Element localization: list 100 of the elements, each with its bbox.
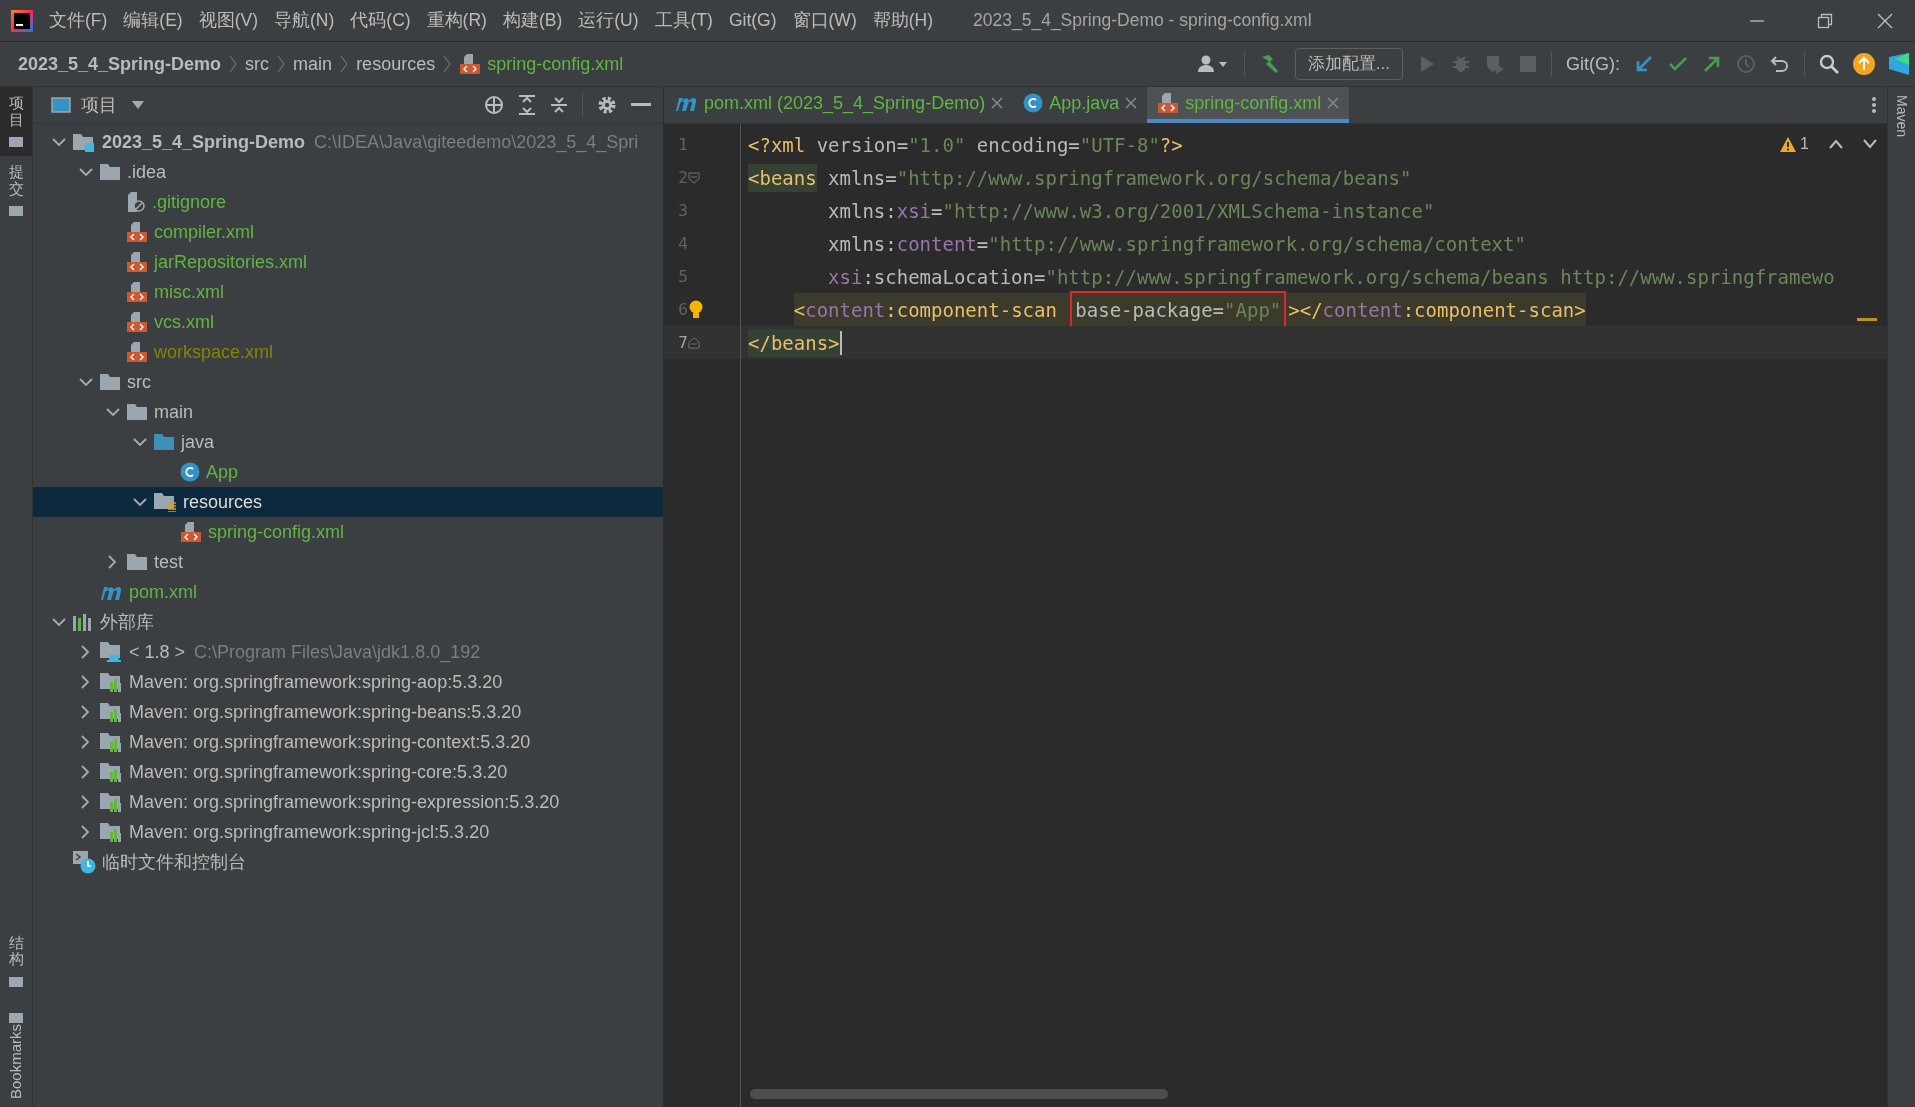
tree-item[interactable]: Maven: org.springframework:spring-expression:5.3.20 bbox=[33, 787, 663, 817]
xml-file-icon bbox=[1157, 92, 1180, 114]
tree-item[interactable]: Maven: org.springframework:spring-context:5.3.20 bbox=[33, 727, 663, 757]
lightbulb-icon[interactable] bbox=[688, 299, 704, 320]
expand-chevron-icon[interactable] bbox=[81, 645, 90, 659]
tool-window-tab[interactable]: Maven bbox=[1891, 95, 1912, 138]
warning-count[interactable]: 1 bbox=[1800, 132, 1809, 156]
breadcrumb-item[interactable]: src bbox=[245, 50, 270, 78]
tree-item[interactable]: misc.xml bbox=[33, 277, 663, 307]
tool-window-tab[interactable]: 项目 bbox=[0, 87, 32, 156]
menu-item[interactable]: 导航(N) bbox=[274, 7, 335, 34]
tree-item[interactable]: Maven: org.springframework:spring-core:5.3.20 bbox=[33, 757, 663, 787]
tree-item[interactable]: Maven: org.springframework:spring-aop:5.3.20 bbox=[33, 667, 663, 697]
code-line: xmlns:content="http://www.springframework.org/schema/context" bbox=[827, 231, 1526, 257]
dropdown-caret-icon[interactable] bbox=[131, 100, 145, 110]
settings-icon[interactable] bbox=[597, 95, 617, 115]
undo-icon[interactable] bbox=[1770, 54, 1790, 74]
folder-icon bbox=[99, 163, 121, 181]
tree-item[interactable]: jarRepositories.xml bbox=[33, 247, 663, 277]
breadcrumb-item[interactable]: 2023_5_4_Spring-Demo bbox=[18, 50, 222, 78]
tree-item[interactable]: main bbox=[33, 397, 663, 427]
menu-item[interactable]: 代码(C) bbox=[350, 7, 411, 34]
collapse-chevron-icon[interactable] bbox=[51, 617, 66, 627]
tree-item[interactable]: compiler.xml bbox=[33, 217, 663, 247]
expand-chevron-icon[interactable] bbox=[81, 705, 90, 719]
tree-item[interactable]: Maven: org.springframework:spring-beans:5.3.20 bbox=[33, 697, 663, 727]
close-icon[interactable] bbox=[991, 97, 1004, 109]
tree-item[interactable]: .idea bbox=[33, 157, 663, 187]
jdk-folder-icon bbox=[99, 641, 123, 663]
menu-item[interactable]: 运行(U) bbox=[578, 7, 639, 34]
collapse-chevron-icon[interactable] bbox=[78, 377, 93, 387]
plugin-logo-icon[interactable] bbox=[1889, 53, 1909, 75]
tree-item[interactable]: vcs.xml bbox=[33, 307, 663, 337]
folder-icon bbox=[126, 553, 148, 571]
expand-chevron-icon[interactable] bbox=[108, 555, 117, 569]
tree-item[interactable]: src bbox=[33, 367, 663, 397]
tree-item[interactable]: .gitignore bbox=[33, 187, 663, 217]
tree-item[interactable]: 2023_5_4_Spring-Demo C:\IDEA\Java\giteedemo\2023_5_4_Spri bbox=[33, 127, 663, 157]
tree-item[interactable]: resources bbox=[33, 487, 663, 517]
more-options-icon[interactable] bbox=[1871, 96, 1877, 114]
menu-item[interactable]: 视图(V) bbox=[198, 7, 258, 34]
xml-file-icon bbox=[126, 311, 148, 333]
tree-item[interactable]: spring-config.xml bbox=[33, 517, 663, 547]
update-available-icon[interactable] bbox=[1853, 53, 1875, 75]
tree-item[interactable]: java bbox=[33, 427, 663, 457]
menu-item[interactable]: 重构(R) bbox=[426, 7, 487, 34]
collapse-chevron-icon[interactable] bbox=[105, 407, 120, 417]
expand-chevron-icon[interactable] bbox=[81, 795, 90, 809]
tool-window-tab[interactable]: 结构 bbox=[0, 926, 32, 996]
hide-panel-icon[interactable] bbox=[631, 103, 651, 107]
collapse-chevron-icon[interactable] bbox=[51, 137, 66, 147]
expand-chevron-icon[interactable] bbox=[81, 825, 90, 839]
close-icon[interactable] bbox=[1877, 12, 1893, 29]
restore-icon[interactable] bbox=[1817, 12, 1833, 29]
add-configuration-button[interactable]: 添加配置... bbox=[1294, 48, 1403, 80]
collapse-all-icon[interactable] bbox=[550, 95, 568, 115]
line-number: 3 bbox=[677, 199, 688, 222]
breadcrumb-item[interactable]: main bbox=[293, 50, 333, 78]
breadcrumb-item[interactable]: resources bbox=[356, 50, 436, 78]
panel-title[interactable]: 项目 bbox=[81, 91, 117, 119]
menu-item[interactable]: 窗口(W) bbox=[792, 7, 857, 34]
git-label: Git(G): bbox=[1566, 52, 1620, 76]
ignored-file-icon bbox=[126, 191, 146, 213]
menu-item[interactable]: 编辑(E) bbox=[123, 7, 183, 34]
tree-item[interactable]: 临时文件和控制台 bbox=[33, 847, 663, 877]
menu-item[interactable]: 工具(T) bbox=[654, 7, 713, 34]
tool-window-tab[interactable]: Bookmarks bbox=[0, 995, 32, 1107]
editor-tab[interactable]: spring-config.xml bbox=[1147, 87, 1350, 123]
expand-chevron-icon[interactable] bbox=[81, 735, 90, 749]
close-icon[interactable] bbox=[1125, 97, 1138, 109]
menu-item[interactable]: 帮助(H) bbox=[872, 7, 933, 34]
xml-file-icon bbox=[126, 251, 148, 273]
locate-crosshair-icon[interactable] bbox=[484, 95, 504, 115]
tree-item[interactable]: < 1.8 > C:\Program Files\Java\jdk1.8.0_192 bbox=[33, 637, 663, 667]
tree-item[interactable]: Maven: org.springframework:spring-jcl:5.3.20 bbox=[33, 817, 663, 847]
collapse-chevron-icon[interactable] bbox=[132, 497, 147, 507]
expand-chevron-icon[interactable] bbox=[81, 765, 90, 779]
menu-item[interactable]: Git(G) bbox=[728, 7, 777, 34]
tree-item[interactable]: 外部库 bbox=[33, 607, 663, 637]
tree-item[interactable]: test bbox=[33, 547, 663, 577]
warning-icon[interactable] bbox=[1780, 136, 1797, 152]
tree-item[interactable]: pom.xml bbox=[33, 577, 663, 607]
menu-item[interactable]: 文件(F) bbox=[49, 7, 108, 34]
search-icon[interactable] bbox=[1819, 54, 1839, 74]
user-dropdown-icon[interactable] bbox=[1195, 54, 1230, 74]
expand-chevron-icon[interactable] bbox=[81, 675, 90, 689]
collapse-chevron-icon[interactable] bbox=[132, 437, 147, 447]
editor-tab[interactable]: pom.xml (2023_5_4_Spring-Demo) bbox=[664, 87, 1014, 123]
tree-item[interactable]: App bbox=[33, 457, 663, 487]
tool-window-tab[interactable]: 提交 bbox=[0, 156, 32, 225]
push-arrow-icon[interactable] bbox=[1702, 54, 1722, 74]
menu-item[interactable]: 构建(B) bbox=[502, 7, 563, 34]
editor-tab[interactable]: App.java bbox=[1013, 87, 1148, 123]
horizontal-scrollbar-thumb[interactable] bbox=[750, 1089, 1168, 1099]
fold-marker-icon[interactable] bbox=[688, 336, 700, 349]
update-arrow-icon[interactable] bbox=[1634, 54, 1654, 74]
breadcrumb-item[interactable]: spring-config.xml bbox=[487, 50, 624, 78]
expand-all-icon[interactable] bbox=[518, 95, 536, 115]
fold-marker-icon[interactable] bbox=[688, 171, 700, 184]
collapse-chevron-icon[interactable] bbox=[78, 167, 93, 177]
